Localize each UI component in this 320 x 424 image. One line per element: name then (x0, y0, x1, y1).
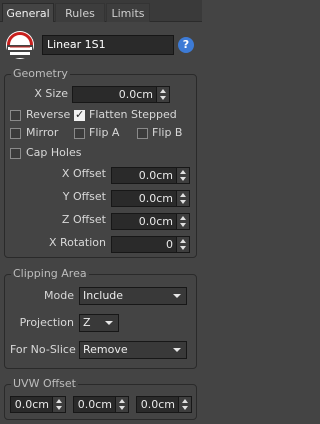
chevron-down-icon (173, 348, 181, 352)
spinner-arrows-icon[interactable] (156, 87, 169, 102)
x-rotation-label: X Rotation (48, 236, 106, 249)
reverse-checkbox[interactable] (10, 110, 21, 121)
tab-bar: General Rules Limits (0, 0, 202, 22)
projection-value: Z (83, 316, 91, 329)
projection-dropdown[interactable]: Z (79, 314, 119, 332)
uvw-offset-v-value: 0.0cm (77, 398, 112, 411)
reverse-label: Reverse (26, 108, 71, 121)
uvw-offset-w-spinner[interactable]: 0.0cm (136, 396, 192, 413)
z-offset-spinner[interactable]: 0.0cm (111, 213, 190, 230)
for-no-slice-label: For No-Slice (10, 343, 76, 356)
x-offset-spinner[interactable]: 0.0cm (111, 167, 190, 184)
spinner-arrows-icon[interactable] (178, 397, 191, 412)
spinner-arrows-icon[interactable] (176, 214, 189, 229)
mode-label: Mode (44, 289, 74, 302)
flatten-stepped-label: Flatten Stepped (89, 108, 177, 121)
uvw-offset-w-value: 0.0cm (140, 398, 175, 411)
flatten-stepped-checkbox[interactable] (74, 108, 85, 121)
mirror-checkbox[interactable] (10, 128, 21, 139)
spinner-arrows-icon[interactable] (176, 168, 189, 183)
flip-b-checkbox[interactable] (137, 128, 148, 139)
mode-dropdown[interactable]: Include (79, 287, 187, 305)
chevron-down-icon (105, 321, 113, 325)
for-no-slice-value: Remove (83, 343, 128, 356)
for-no-slice-dropdown[interactable]: Remove (79, 341, 187, 359)
mirror-label: Mirror (26, 126, 59, 139)
slicer-logo-icon (4, 29, 36, 61)
tab-limits[interactable]: Limits (106, 3, 150, 22)
x-rotation-value: 0 (166, 238, 173, 251)
uvw-offset-u-spinner[interactable]: 0.0cm (10, 396, 66, 413)
x-offset-value: 0.0cm (138, 169, 173, 182)
x-rotation-spinner[interactable]: 0 (111, 236, 190, 253)
modifier-name-field[interactable]: Linear 1S1 (42, 35, 174, 55)
spinner-arrows-icon[interactable] (176, 237, 189, 252)
spinner-arrows-icon[interactable] (176, 191, 189, 206)
y-offset-label: Y Offset (62, 190, 106, 203)
mode-value: Include (83, 289, 124, 302)
flip-b-label: Flip B (152, 126, 183, 139)
y-offset-spinner[interactable]: 0.0cm (111, 190, 190, 207)
help-icon[interactable]: ? (178, 37, 194, 53)
spinner-arrows-icon[interactable] (115, 397, 128, 412)
uvw-offset-title: UVW Offset (11, 377, 78, 390)
tab-rules[interactable]: Rules (55, 3, 105, 22)
x-offset-label: X Offset (61, 167, 106, 180)
tab-general[interactable]: General (2, 3, 54, 22)
clipping-area-title: Clipping Area (11, 267, 89, 280)
geometry-group-title: Geometry (11, 67, 70, 80)
cap-holes-checkbox[interactable] (10, 148, 21, 159)
y-offset-value: 0.0cm (138, 192, 173, 205)
uvw-offset-u-value: 0.0cm (14, 398, 49, 411)
flip-a-label: Flip A (89, 126, 120, 139)
spinner-arrows-icon[interactable] (52, 397, 65, 412)
projection-label: Projection (19, 316, 74, 329)
flip-a-checkbox[interactable] (74, 128, 85, 139)
x-size-spinner[interactable]: 0.0cm (72, 86, 170, 103)
z-offset-value: 0.0cm (138, 215, 173, 228)
uvw-offset-v-spinner[interactable]: 0.0cm (73, 396, 129, 413)
cap-holes-label: Cap Holes (26, 146, 82, 159)
z-offset-label: Z Offset (61, 213, 106, 226)
chevron-down-icon (173, 294, 181, 298)
x-size-value: 0.0cm (118, 88, 153, 101)
x-size-label: X Size (34, 87, 68, 100)
